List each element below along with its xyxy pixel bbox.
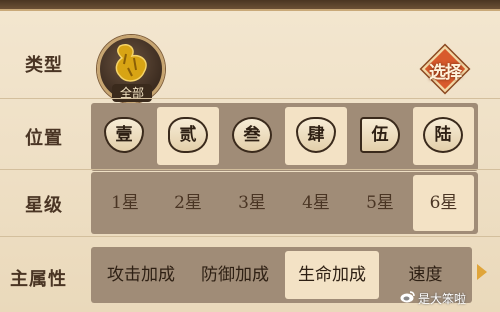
star-option-2[interactable]: 2星: [157, 175, 219, 231]
position-option-2[interactable]: 贰: [157, 107, 219, 165]
divider: [0, 236, 500, 237]
divider: [0, 98, 500, 99]
position-option-3[interactable]: 叁: [223, 107, 281, 165]
watermark-text: 是大笨啦: [418, 292, 467, 306]
type-all-option[interactable]: 全部: [97, 35, 165, 103]
position-label: 位置: [25, 128, 63, 149]
position-badge: 肆: [296, 117, 336, 153]
star-label: 星级: [25, 195, 63, 216]
position-badge: 叁: [232, 117, 272, 153]
star-option-4[interactable]: 4星: [285, 175, 347, 231]
top-edge: [0, 0, 500, 9]
position-track: 壹 贰 叁 肆 伍 陆: [91, 103, 478, 171]
attr-option-health[interactable]: 生命加成: [285, 251, 379, 299]
position-option-6[interactable]: 陆: [413, 107, 474, 165]
filter-panel: 类型 全部 选择 位置 壹 贰 叁 肆 伍 陆 星级 1星 2星 3星 4星 5…: [0, 9, 500, 312]
select-type-button[interactable]: 选择: [419, 45, 471, 93]
position-badge: 壹: [104, 117, 144, 153]
attr-option-attack[interactable]: 攻击加成: [95, 251, 187, 299]
position-option-5[interactable]: 伍: [351, 107, 409, 165]
main-attr-label: 主属性: [10, 269, 67, 290]
star-track: 1星 2星 3星 4星 5星 6星: [91, 172, 478, 234]
weibo-logo-icon: [400, 291, 415, 303]
position-option-4[interactable]: 肆: [285, 107, 347, 165]
star-option-3[interactable]: 3星: [221, 175, 283, 231]
position-option-1[interactable]: 壹: [95, 107, 153, 165]
position-badge: 贰: [168, 117, 208, 153]
attr-option-defense[interactable]: 防御加成: [189, 251, 281, 299]
scroll-right-arrow-icon[interactable]: [477, 264, 487, 280]
type-label: 类型: [25, 55, 63, 76]
position-badge: 伍: [360, 117, 400, 153]
type-option-label: 全部: [112, 84, 152, 102]
star-option-5[interactable]: 5星: [349, 175, 411, 231]
position-badge: 陆: [423, 117, 463, 153]
star-option-1[interactable]: 1星: [95, 175, 155, 231]
select-button-label: 选择: [429, 63, 462, 83]
star-option-6[interactable]: 6星: [413, 175, 474, 231]
divider: [0, 169, 500, 170]
